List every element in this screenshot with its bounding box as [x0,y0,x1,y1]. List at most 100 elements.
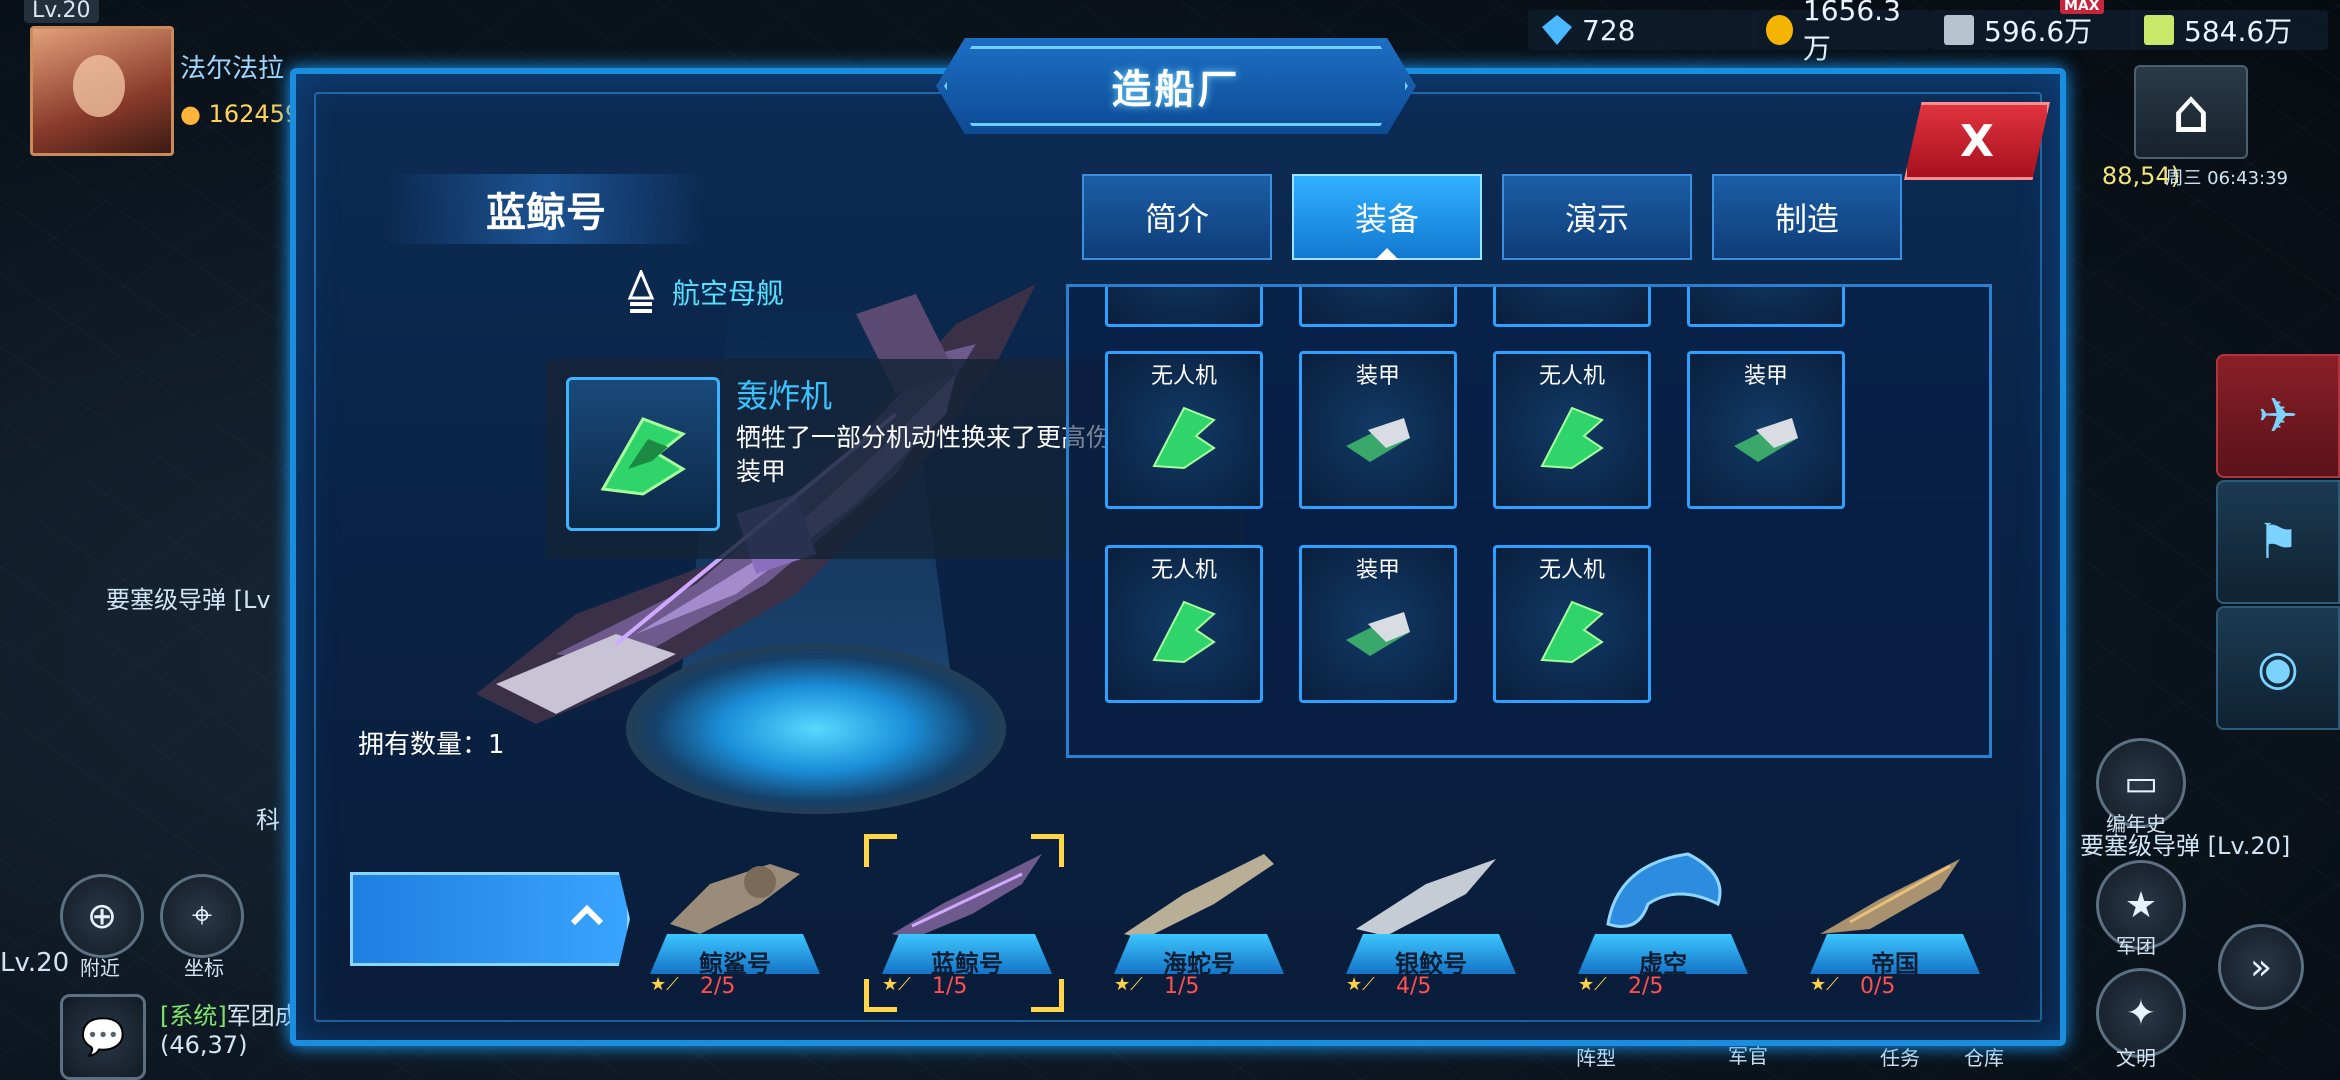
chat-text: 军团成 [226,1002,299,1030]
diamond-resource[interactable]: 728 [1528,10,1756,50]
max-badge: MAX [2060,0,2104,14]
formation-label: 阵型 [1576,1046,1616,1070]
tooltip-title: 轰炸机 [736,377,833,415]
clock: 周三 06:43:39 [2165,168,2288,189]
crystal-value: 584.6万 [2184,15,2293,48]
crosshair-icon: ⊕ [86,895,118,937]
crystal-icon [2144,15,2174,45]
owned-label: 拥有数量： [358,730,489,760]
drone-icon [1540,600,1604,664]
equipment-slot-partial[interactable] [1687,287,1845,327]
equipment-grid[interactable]: 无人机 装甲 无人机 装甲 无人机 装甲 无人机 [1066,284,1992,758]
chat-bubble-icon: 💬 [80,1017,126,1058]
tab-bar: 简介 装备 演示 制造 [1082,174,1902,260]
metal-resource[interactable]: 596.6万 MAX [1930,0,2136,50]
collapse-ship-list-button[interactable] [350,872,630,966]
chat-button[interactable]: 💬 [60,994,146,1080]
equipment-slot[interactable]: 无人机 [1493,545,1651,703]
equipment-label: 装甲 [1355,364,1400,389]
tab-equipment[interactable]: 装备 [1292,174,1482,260]
ship-thumbnail [892,854,1042,939]
ship-slot-empire[interactable]: 帝国 ★⟋ 0/5 [1800,834,1990,1004]
radar-icon: ◉ [2257,640,2299,696]
radar-button[interactable]: ◉ [2216,606,2340,730]
ship-thumbnail [1606,852,1722,928]
equipment-slot[interactable]: 无人机 [1105,545,1263,703]
equipment-label: 无人机 [1538,364,1605,389]
owned-count: 拥有数量：1 [358,724,505,761]
ship-slot-count: 4/5 [1396,974,1432,999]
map-label-left: 要塞级导弹 [Lv [106,586,271,614]
chat-tag: [系统] [160,1002,227,1030]
search-button[interactable]: ⊕ [60,874,144,958]
player-name: 法尔法拉 [180,54,285,84]
tooltip-bomber-icon [566,377,720,531]
player-level: Lv.20 [24,0,99,23]
armor-plate-icon [1346,418,1410,462]
ship-icon: ✈ [2257,388,2299,444]
chat-coords: (46,37) [160,1031,248,1059]
sci-label: 科 [256,806,280,834]
power-icon: ● [180,100,201,128]
player-info[interactable]: Lv.20 法尔法拉 ● 162459 [22,0,322,156]
gold-coin-icon [1766,15,1793,45]
double-chevron-icon: » [2249,946,2273,988]
ship-slot-whaleshark[interactable]: 鲸鲨号 ★⟋ 2/5 [640,834,830,1004]
equipment-label: 无人机 [1150,364,1217,389]
drone-icon [1152,600,1216,664]
diamond-value: 728 [1582,13,1636,47]
legion-icon: ★ [2124,884,2158,926]
tab-intro[interactable]: 简介 [1082,174,1272,260]
nearby-label: 附近 [80,956,120,980]
bomber-icon [600,417,686,496]
equipment-slot-partial[interactable] [1299,287,1457,327]
folder-icon: ▭ [2123,762,2158,804]
owned-value: 1 [488,730,505,760]
ship-slot-seaserpent[interactable]: 海蛇号 ★⟋ 1/5 [1104,834,1294,1004]
equipment-label: 装甲 [1355,558,1400,583]
tab-build[interactable]: 制造 [1712,174,1902,260]
equipment-label: 无人机 [1538,558,1605,583]
ship-slot-bluewhale[interactable]: 蓝鲸号 ★⟋ 1/5 [864,834,1064,1012]
rank-star-icon: ★⟋ [882,974,911,995]
ship-slot-count: 1/5 [1164,974,1200,999]
star-icon: ✦ [2125,992,2157,1034]
equipment-slot[interactable]: 装甲 [1299,545,1457,703]
ship-slot-void[interactable]: 虚空 ★⟋ 2/5 [1568,834,1758,1004]
chat-message[interactable]: [系统]军团成 (46,37) [160,996,299,1059]
ship-name: 蓝鲸号 [386,174,706,244]
close-button[interactable]: X [1904,102,2050,180]
ship-slot-count: 2/5 [700,974,736,999]
equipment-slot[interactable]: 装甲 [1687,351,1845,509]
armor-plate-icon [1346,612,1410,656]
equipment-slot[interactable]: 无人机 [1493,351,1651,509]
expand-button[interactable]: » [2218,924,2304,1010]
fleet-button[interactable]: ✈ [2216,354,2340,478]
drone-icon [1540,406,1604,470]
tab-demo[interactable]: 演示 [1502,174,1692,260]
home-button[interactable]: ⌂ [2134,65,2248,159]
chevron-up-icon [570,904,604,926]
equipment-slot-partial[interactable] [1493,287,1651,327]
armor-plate-icon [1734,418,1798,462]
gold-resource[interactable]: 1656.3万 [1752,0,1930,65]
power-value: 162459 [208,100,301,128]
equipment-label: 无人机 [1150,558,1217,583]
ship-thumbnail [1820,859,1960,934]
legion-label: 军团 [2116,934,2156,958]
equipment-slot-partial[interactable] [1105,287,1263,327]
equipment-slot[interactable]: 装甲 [1299,351,1457,509]
rank-star-icon: ★⟋ [1346,974,1375,995]
equipment-label: 装甲 [1743,364,1788,389]
marker-button[interactable]: ⌖ [160,874,244,958]
ship-slot-silvershark[interactable]: 银鲛号 ★⟋ 4/5 [1336,834,1526,1004]
ship-thumbnail [1124,854,1274,939]
drone-icon [1152,406,1216,470]
marker-label: 坐标 [184,956,224,980]
flag-button[interactable]: ⚑ [2216,480,2340,604]
warehouse-label: 仓库 [1964,1046,2004,1070]
ship-thumbnail [670,864,800,934]
crystal-resource[interactable]: 584.6万 [2130,10,2328,50]
player-avatar[interactable] [30,26,174,156]
equipment-slot[interactable]: 无人机 [1105,351,1263,509]
